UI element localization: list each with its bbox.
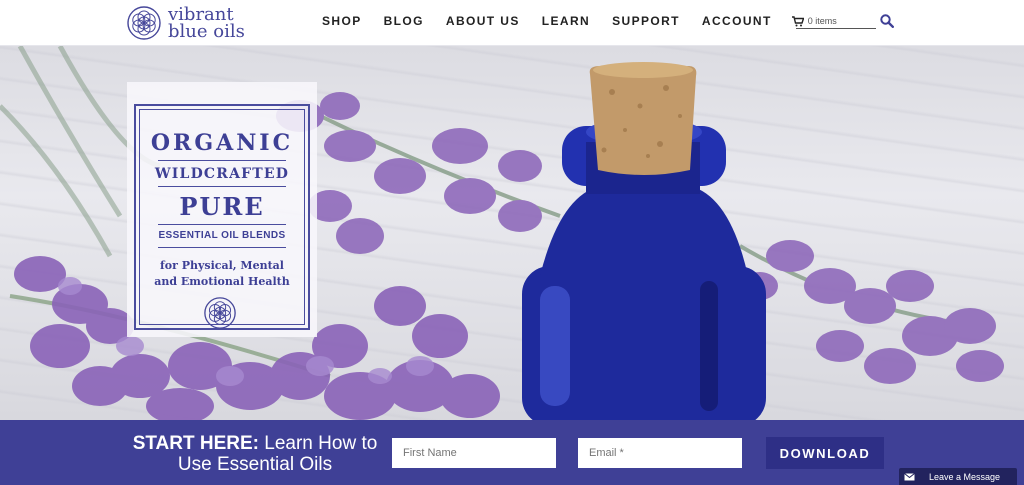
envelope-icon [904,472,915,480]
site-logo[interactable]: vibrant blue oils [126,4,245,42]
first-name-input[interactable] [392,438,556,468]
card-wildcrafted: WILDCRAFTED [154,166,290,182]
leave-message-label: Leave a Message [929,471,1001,482]
signup-headline: START HERE: Learn How to Use Essential O… [130,433,380,475]
nav-blog[interactable]: BLOG [384,14,424,28]
lavender-right [738,240,1004,384]
signup-headline-text-1: Learn How to [259,433,378,454]
card-frame: ORGANIC WILDCRAFTED PURE ESSENTIAL OIL B… [134,104,310,330]
card-essential-oil-blends: ESSENTIAL OIL BLENDS [158,230,286,241]
card-pure: PURE [179,192,265,221]
email-input[interactable] [578,438,742,468]
nav-account[interactable]: ACCOUNT [702,14,772,28]
card-divider [158,160,286,161]
nav-about-us[interactable]: ABOUT US [446,14,520,28]
nav-shop[interactable]: SHOP [322,14,362,28]
logo-line-2: blue oils [168,21,245,42]
hero-banner: ORGANIC WILDCRAFTED PURE ESSENTIAL OIL B… [0,46,1024,420]
nav-learn[interactable]: LEARN [542,14,590,28]
main-nav: SHOP BLOG ABOUT US LEARN SUPPORT ACCOUNT… [322,14,837,28]
search-input[interactable] [796,12,876,29]
blue-bottle [522,62,766,420]
leave-message-button[interactable]: Leave a Message [899,468,1017,485]
site-header: vibrant blue oils SHOP BLOG ABOUT US LEA… [0,0,1024,46]
logo-wordmark: vibrant blue oils [168,6,245,42]
logo-flower-of-life-icon [127,6,161,40]
hero-overlay-card: ORGANIC WILDCRAFTED PURE ESSENTIAL OIL B… [127,82,317,337]
search-icon[interactable] [880,14,894,28]
signup-bar: START HERE: Learn How to Use Essential O… [0,420,1024,485]
card-organic: ORGANIC [150,130,294,156]
download-button[interactable]: DOWNLOAD [766,437,884,469]
card-tagline-1: for Physical, Mental [160,259,284,272]
card-divider [158,186,286,187]
flower-of-life-icon [204,297,236,329]
nav-support[interactable]: SUPPORT [612,14,680,28]
card-divider [158,247,286,248]
lavender-top [276,92,561,254]
signup-headline-text-2: Use Essential Oils [177,454,333,475]
card-tagline-2: and Emotional Health [154,275,290,288]
signup-headline-bold: START HERE: [132,433,259,454]
card-divider [158,224,286,225]
